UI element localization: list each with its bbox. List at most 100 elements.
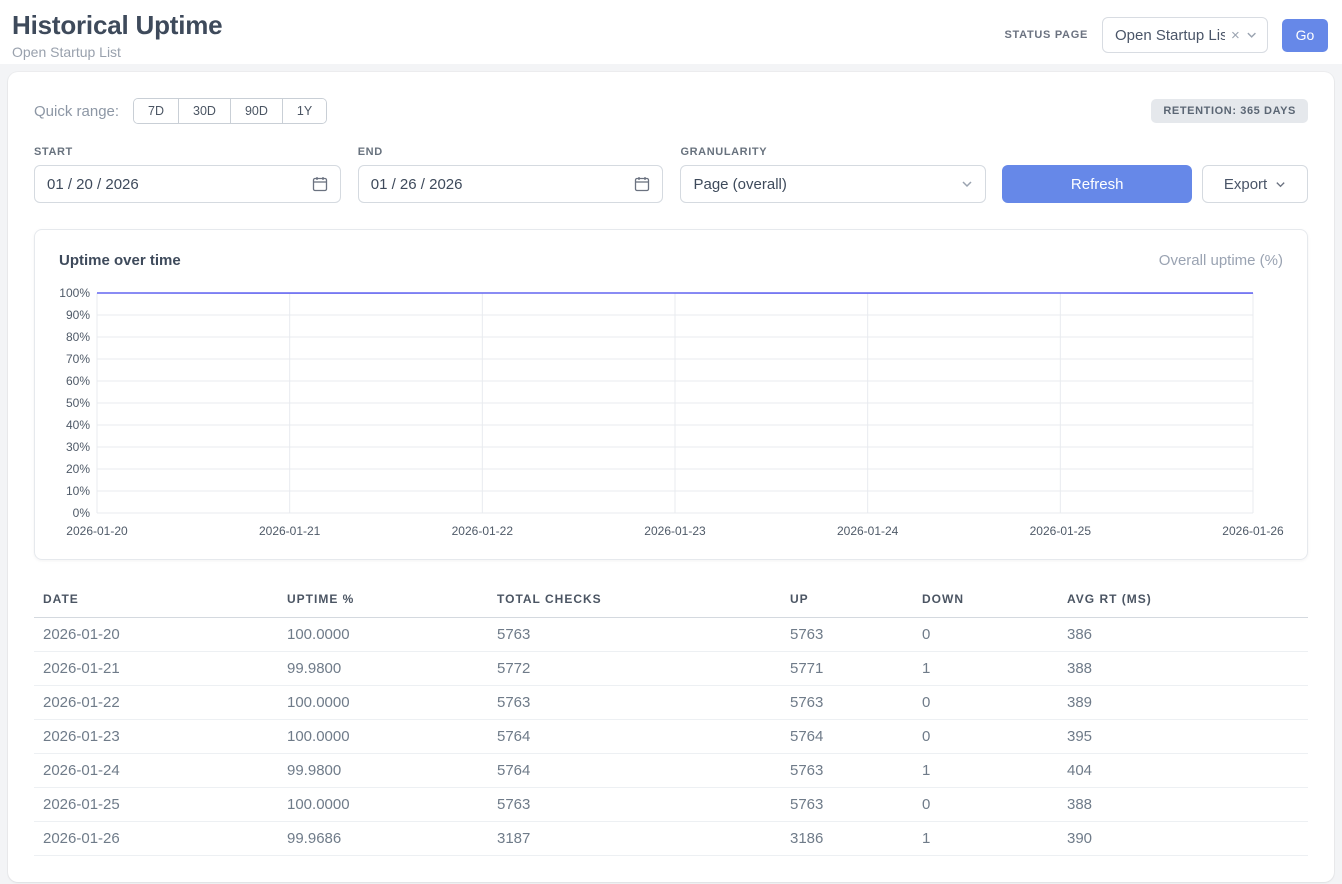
- table-cell: 5764: [488, 754, 781, 788]
- quick-range-7d-button[interactable]: 7D: [134, 99, 178, 123]
- svg-text:80%: 80%: [66, 330, 90, 344]
- export-button[interactable]: Export: [1202, 165, 1308, 203]
- main-card: Quick range: 7D 30D 90D 1Y RETENTION: 36…: [8, 72, 1334, 882]
- svg-text:2026-01-26: 2026-01-26: [1222, 524, 1284, 538]
- controls-top-row: Quick range: 7D 30D 90D 1Y RETENTION: 36…: [34, 98, 1308, 124]
- end-date-input[interactable]: 01 / 26 / 2026: [358, 165, 664, 203]
- table-cell: 2026-01-23: [34, 720, 278, 754]
- uptime-chart: 0%10%20%30%40%50%60%70%80%90%100%2026-01…: [59, 283, 1285, 545]
- svg-text:0%: 0%: [73, 506, 91, 520]
- table-row: 2026-01-25100.0000576357630388: [34, 788, 1308, 822]
- granularity-select[interactable]: Page (overall): [680, 165, 986, 203]
- uptime-table-head: DATE UPTIME % TOTAL CHECKS UP DOWN AVG R…: [34, 586, 1308, 618]
- table-cell: 3186: [781, 822, 913, 856]
- uptime-table: DATE UPTIME % TOTAL CHECKS UP DOWN AVG R…: [34, 586, 1308, 856]
- table-cell: 5772: [488, 652, 781, 686]
- chart-legend: Overall uptime (%): [1159, 252, 1283, 269]
- refresh-button[interactable]: Refresh: [1002, 165, 1192, 203]
- start-date-field: START 01 / 20 / 2026: [34, 146, 341, 203]
- status-page-label: STATUS PAGE: [1005, 29, 1088, 41]
- table-cell: 5763: [488, 686, 781, 720]
- retention-badge: RETENTION: 365 DAYS: [1151, 99, 1308, 123]
- table-cell: 5763: [781, 618, 913, 652]
- start-date-label: START: [34, 146, 341, 158]
- calendar-icon[interactable]: [634, 176, 650, 192]
- table-cell: 2026-01-20: [34, 618, 278, 652]
- svg-text:90%: 90%: [66, 308, 90, 322]
- uptime-table-body: 2026-01-20100.00005763576303862026-01-21…: [34, 618, 1308, 856]
- table-cell: 1: [913, 822, 1058, 856]
- quick-range-1y-button[interactable]: 1Y: [282, 99, 326, 123]
- svg-text:2026-01-20: 2026-01-20: [66, 524, 128, 538]
- table-cell: 390: [1058, 822, 1308, 856]
- status-page-value: Open Startup List: [1115, 27, 1225, 44]
- table-row: 2026-01-23100.0000576457640395: [34, 720, 1308, 754]
- table-cell: 404: [1058, 754, 1308, 788]
- table-cell: 100.0000: [278, 720, 488, 754]
- col-header-up: UP: [781, 586, 913, 618]
- table-cell: 99.9800: [278, 754, 488, 788]
- svg-text:40%: 40%: [66, 418, 90, 432]
- table-cell: 395: [1058, 720, 1308, 754]
- svg-text:2026-01-22: 2026-01-22: [452, 524, 514, 538]
- end-date-label: END: [358, 146, 664, 158]
- table-cell: 388: [1058, 652, 1308, 686]
- table-cell: 0: [913, 788, 1058, 822]
- svg-text:2026-01-24: 2026-01-24: [837, 524, 899, 538]
- status-page-select[interactable]: Open Startup List ×: [1102, 17, 1268, 53]
- chevron-down-icon: [1246, 29, 1257, 41]
- granularity-label: GRANULARITY: [680, 146, 986, 158]
- chart-header: Uptime over time Overall uptime (%): [59, 252, 1283, 269]
- page-header: Historical Uptime Open Startup List STAT…: [0, 0, 1342, 64]
- go-button[interactable]: Go: [1282, 19, 1328, 52]
- svg-text:50%: 50%: [66, 396, 90, 410]
- chart-title: Uptime over time: [59, 252, 181, 269]
- start-date-input[interactable]: 01 / 20 / 2026: [34, 165, 341, 203]
- table-cell: 5763: [488, 618, 781, 652]
- calendar-icon[interactable]: [312, 176, 328, 192]
- table-cell: 1: [913, 652, 1058, 686]
- table-cell: 0: [913, 618, 1058, 652]
- col-header-date: DATE: [34, 586, 278, 618]
- table-cell: 99.9800: [278, 652, 488, 686]
- table-cell: 0: [913, 686, 1058, 720]
- export-button-label: Export: [1224, 176, 1267, 193]
- end-date-value: 01 / 26 / 2026: [371, 176, 463, 193]
- start-date-value: 01 / 20 / 2026: [47, 176, 139, 193]
- granularity-value: Page (overall): [693, 176, 786, 193]
- table-cell: 1: [913, 754, 1058, 788]
- table-cell: 100.0000: [278, 686, 488, 720]
- svg-text:30%: 30%: [66, 440, 90, 454]
- col-header-down: DOWN: [913, 586, 1058, 618]
- filter-fields-row: START 01 / 20 / 2026 END 01 / 26 / 2026 …: [34, 146, 1308, 203]
- table-cell: 386: [1058, 618, 1308, 652]
- quick-range-segmented: 7D 30D 90D 1Y: [133, 98, 327, 124]
- table-row: 2026-01-2499.9800576457631404: [34, 754, 1308, 788]
- table-cell: 5763: [781, 788, 913, 822]
- table-cell: 5763: [781, 686, 913, 720]
- table-row: 2026-01-2699.9686318731861390: [34, 822, 1308, 856]
- header-left: Historical Uptime Open Startup List: [12, 10, 222, 60]
- table-cell: 2026-01-26: [34, 822, 278, 856]
- header-right: STATUS PAGE Open Startup List × Go: [1005, 17, 1328, 53]
- table-cell: 0: [913, 720, 1058, 754]
- svg-text:20%: 20%: [66, 462, 90, 476]
- table-cell: 2026-01-24: [34, 754, 278, 788]
- svg-text:10%: 10%: [66, 484, 90, 498]
- table-row: 2026-01-22100.0000576357630389: [34, 686, 1308, 720]
- svg-text:100%: 100%: [59, 286, 90, 300]
- table-row: 2026-01-2199.9800577257711388: [34, 652, 1308, 686]
- table-cell: 2026-01-25: [34, 788, 278, 822]
- granularity-field: GRANULARITY Page (overall): [680, 146, 986, 203]
- quick-range-30d-button[interactable]: 30D: [178, 99, 230, 123]
- table-cell: 5771: [781, 652, 913, 686]
- svg-text:70%: 70%: [66, 352, 90, 366]
- uptime-chart-card: Uptime over time Overall uptime (%) 0% 10…: [34, 229, 1308, 560]
- table-cell: 5763: [488, 788, 781, 822]
- svg-text:2026-01-23: 2026-01-23: [644, 524, 706, 538]
- table-cell: 5763: [781, 754, 913, 788]
- table-cell: 2026-01-22: [34, 686, 278, 720]
- quick-range-90d-button[interactable]: 90D: [230, 99, 282, 123]
- col-header-total-checks: TOTAL CHECKS: [488, 586, 781, 618]
- clear-icon[interactable]: ×: [1231, 28, 1240, 43]
